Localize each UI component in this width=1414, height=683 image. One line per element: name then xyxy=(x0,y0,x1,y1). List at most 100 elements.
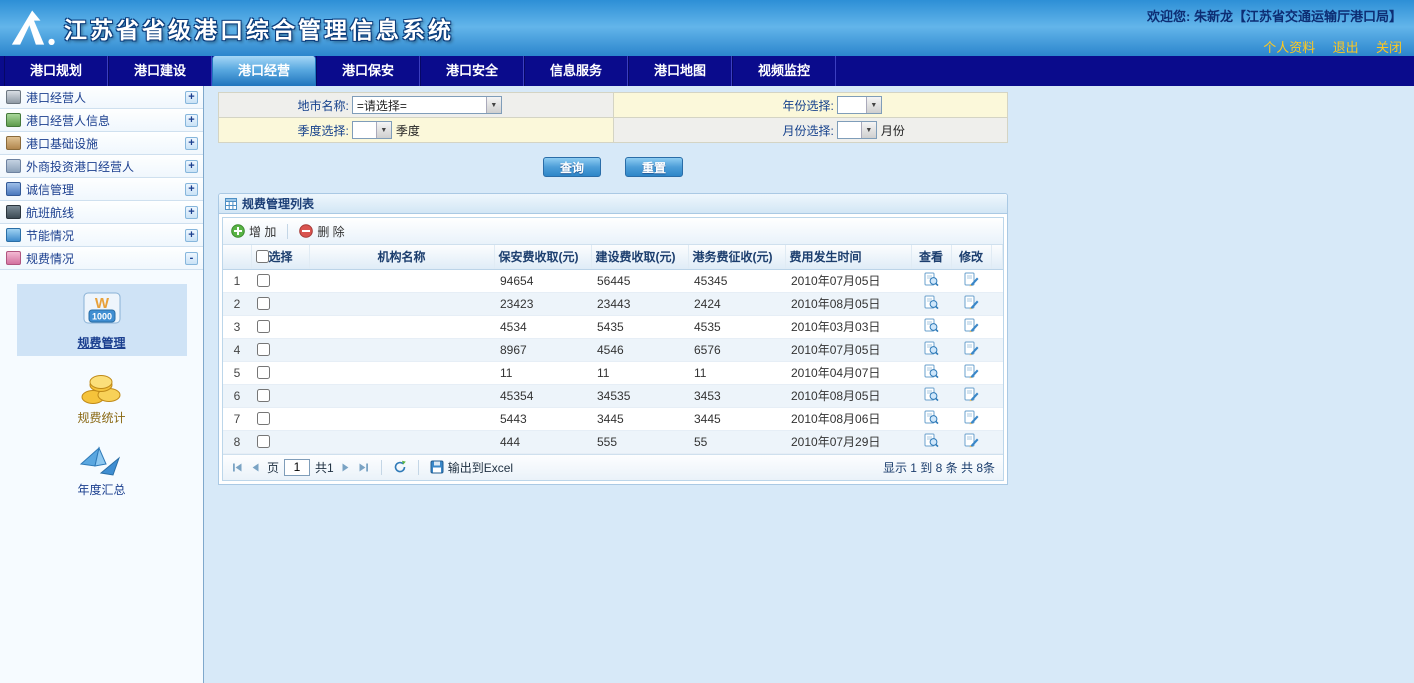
flower-icon xyxy=(6,251,21,265)
export-excel-button[interactable]: 输出到Excel xyxy=(430,459,513,476)
submenu-item-annual-summary[interactable]: 年度汇总 xyxy=(77,444,125,498)
edit-icon[interactable] xyxy=(964,410,979,425)
edit-icon[interactable] xyxy=(964,387,979,402)
row-checkbox[interactable] xyxy=(257,297,270,310)
view-icon[interactable] xyxy=(924,272,939,287)
sidebar-item-label: 航班航线 xyxy=(26,204,180,221)
view-icon[interactable] xyxy=(924,318,939,333)
column-header-org: 机构名称 xyxy=(309,245,494,269)
sidebar-item-operator-info[interactable]: 港口经营人信息 + xyxy=(0,109,203,132)
expand-plus-icon[interactable]: + xyxy=(185,91,198,104)
sidebar-item-label: 港口经营人信息 xyxy=(26,112,180,129)
view-icon[interactable] xyxy=(924,295,939,310)
delete-button[interactable]: 删 除 xyxy=(299,223,344,240)
reset-button[interactable]: 重置 xyxy=(625,157,683,177)
year-label: 年份选择: xyxy=(614,97,834,114)
year-select[interactable]: ▼ xyxy=(837,96,882,114)
row-checkbox[interactable] xyxy=(257,435,270,448)
month-label: 月份选择: xyxy=(614,122,834,139)
sidebar-item-integrity-management[interactable]: 诚信管理 + xyxy=(0,178,203,201)
main-nav: 港口规划 港口建设 港口经营 港口保安 港口安全 信息服务 港口地图 视频监控 xyxy=(0,56,1414,86)
tab-port-planning[interactable]: 港口规划 xyxy=(4,56,108,86)
expand-plus-icon[interactable]: + xyxy=(185,114,198,127)
link-close[interactable]: 关闭 xyxy=(1376,40,1402,55)
sidebar-item-energy-saving[interactable]: 节能情况 + xyxy=(0,224,203,247)
sidebar: 港口经营人 + 港口经营人信息 + 港口基础设施 + 外商投资港口经营人 + 诚… xyxy=(0,86,204,683)
ship-icon xyxy=(6,136,21,150)
sidebar-item-foreign-investors[interactable]: 外商投资港口经营人 + xyxy=(0,155,203,178)
view-icon[interactable] xyxy=(924,410,939,425)
column-header-select: 选择 xyxy=(251,245,309,269)
page-number-input[interactable] xyxy=(284,459,310,476)
sidebar-item-port-infrastructure[interactable]: 港口基础设施 + xyxy=(0,132,203,155)
action-row: 查询 重置 xyxy=(218,157,1008,177)
row-checkbox[interactable] xyxy=(257,412,270,425)
tab-port-safety[interactable]: 港口安全 xyxy=(420,56,524,86)
sidebar-item-port-operators[interactable]: 港口经营人 + xyxy=(0,86,203,109)
row-checkbox[interactable] xyxy=(257,320,270,333)
view-icon[interactable] xyxy=(924,387,939,402)
refresh-icon[interactable] xyxy=(393,460,407,474)
row-checkbox[interactable] xyxy=(257,366,270,379)
tab-port-construction[interactable]: 港口建设 xyxy=(108,56,212,86)
last-page-icon[interactable] xyxy=(357,461,370,474)
page-title: 江苏省省级港口综合管理信息系统 xyxy=(64,11,454,45)
collapse-minus-icon[interactable]: - xyxy=(185,252,198,265)
tab-port-operation[interactable]: 港口经营 xyxy=(212,56,316,86)
edit-icon[interactable] xyxy=(964,364,979,379)
first-page-icon[interactable] xyxy=(231,461,244,474)
record-summary: 显示 1 到 8 条 共 8条 xyxy=(883,459,995,476)
query-button[interactable]: 查询 xyxy=(543,157,601,177)
quarter-select[interactable]: ▼ xyxy=(352,121,392,139)
tab-port-map[interactable]: 港口地图 xyxy=(628,56,732,86)
expand-plus-icon[interactable]: + xyxy=(185,137,198,150)
month-field-cell: 月份选择: ▼ 月份 xyxy=(614,118,1008,142)
person-icon xyxy=(6,113,21,127)
column-header-security-fee: 保安费收取(元) xyxy=(494,245,591,269)
edit-icon[interactable] xyxy=(964,295,979,310)
prev-page-icon[interactable] xyxy=(249,461,262,474)
next-page-icon[interactable] xyxy=(339,461,352,474)
column-header-view: 查看 xyxy=(911,245,951,269)
sidebar-item-label: 港口经营人 xyxy=(26,89,180,106)
annual-summary-icon xyxy=(79,444,123,478)
sidebar-item-fee-status[interactable]: 规费情况 - xyxy=(0,247,203,270)
table-row: 6 45354 34535 3453 2010年08月05日 xyxy=(223,384,1003,407)
select-all-checkbox[interactable] xyxy=(256,250,269,263)
view-icon[interactable] xyxy=(924,364,939,379)
view-icon[interactable] xyxy=(924,341,939,356)
edit-icon[interactable] xyxy=(964,272,979,287)
row-checkbox[interactable] xyxy=(257,389,270,402)
link-logout[interactable]: 退出 xyxy=(1333,40,1359,55)
view-icon[interactable] xyxy=(924,433,939,448)
tab-info-service[interactable]: 信息服务 xyxy=(524,56,628,86)
edit-icon[interactable] xyxy=(964,341,979,356)
link-profile[interactable]: 个人资料 xyxy=(1263,40,1315,55)
sidebar-item-routes[interactable]: 航班航线 + xyxy=(0,201,203,224)
edit-icon[interactable] xyxy=(964,318,979,333)
table-row: 2 23423 23443 2424 2010年08月05日 xyxy=(223,292,1003,315)
expand-plus-icon[interactable]: + xyxy=(185,206,198,219)
city-select[interactable]: =请选择= ▼ xyxy=(352,96,502,114)
page-label: 页 xyxy=(267,459,279,476)
tab-port-security[interactable]: 港口保安 xyxy=(316,56,420,86)
expand-plus-icon[interactable]: + xyxy=(185,183,198,196)
table-header-row: 选择 机构名称 保安费收取(元) 建设费收取(元) 港务费征收(元) 费用发生时… xyxy=(223,245,1003,269)
search-form: 地市名称: =请选择= ▼ 年份选择: ▼ 季度选择: ▼ 季度 xyxy=(218,92,1008,143)
add-button-label: 增 加 xyxy=(249,223,276,240)
expand-plus-icon[interactable]: + xyxy=(185,160,198,173)
row-checkbox[interactable] xyxy=(257,343,270,356)
edit-icon[interactable] xyxy=(964,433,979,448)
add-button[interactable]: 增 加 xyxy=(231,223,276,240)
tab-video-monitor[interactable]: 视频监控 xyxy=(732,56,836,86)
sail-a-logo-icon xyxy=(10,7,58,49)
city-field-cell: 地市名称: =请选择= ▼ xyxy=(219,93,613,117)
submenu-item-fee-statistics[interactable]: 规费统计 xyxy=(77,370,125,426)
month-select[interactable]: ▼ xyxy=(837,121,877,139)
row-checkbox[interactable] xyxy=(257,274,270,287)
submenu-item-fee-management[interactable]: W 1000 规费管理 xyxy=(17,284,187,356)
expand-plus-icon[interactable]: + xyxy=(185,229,198,242)
chevron-down-icon: ▼ xyxy=(861,122,876,138)
route-icon xyxy=(6,205,21,219)
quarter-label: 季度选择: xyxy=(219,122,349,139)
